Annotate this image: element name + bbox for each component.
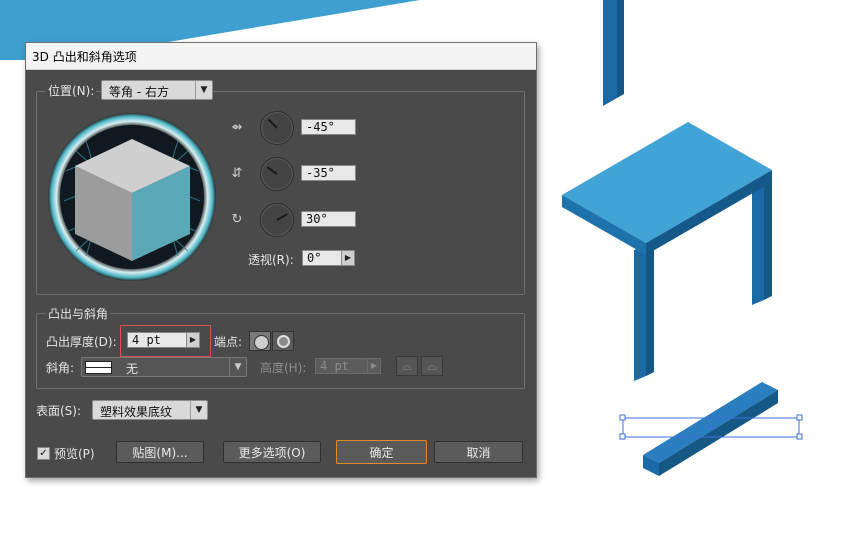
cap-on-button[interactable] <box>249 331 271 351</box>
perspective-arrow-button[interactable]: ▶ <box>341 250 355 266</box>
extrude-depth-field[interactable] <box>127 332 187 348</box>
position-dropdown[interactable]: 等角 - 右方 ▼ <box>101 80 213 100</box>
bevel-height-field[interactable] <box>315 358 368 374</box>
more-options-button[interactable]: 更多选项(O) <box>223 441 321 463</box>
rotation-z-field[interactable] <box>301 211 356 227</box>
rotate-y-axis-icon: ⇵ <box>231 166 243 181</box>
cancel-button[interactable]: 取消 <box>434 441 523 463</box>
rotation-y-dial[interactable] <box>260 157 294 191</box>
chevron-down-icon: ▼ <box>195 81 212 99</box>
position-label: 位置(N): <box>46 82 97 99</box>
ok-button[interactable]: 确定 <box>336 440 427 464</box>
table-leg-top <box>603 0 624 106</box>
surface-dropdown-value: 塑料效果底纹 <box>100 405 173 419</box>
dialog-title: 3D 凸出和斜角选项 <box>32 50 137 64</box>
extrude-bevel-group <box>36 313 525 389</box>
bevel-dropdown-value: 无 <box>126 362 139 376</box>
bevel-dropdown[interactable]: 无 ▼ <box>81 357 247 377</box>
rotation-y-field[interactable] <box>301 165 356 181</box>
map-button[interactable]: 贴图(M)... <box>116 441 204 463</box>
rotation-track-cube[interactable] <box>46 111 218 283</box>
cap-label: 端点: <box>214 335 243 349</box>
bevel-swatch <box>85 361 112 374</box>
chevron-down-icon: ▼ <box>229 358 246 376</box>
rotation-x-field[interactable] <box>301 119 356 135</box>
dialog-titlebar[interactable]: 3D 凸出和斜角选项 <box>26 43 536 70</box>
cap-off-button[interactable] <box>272 331 294 351</box>
3d-extrude-bevel-dialog: 3D 凸出和斜角选项 位置(N): 等角 - 右方 ▼ ⇴ ⇵ <box>25 42 537 478</box>
rotate-z-axis-icon: ↻ <box>231 212 243 227</box>
extrude-bevel-group-label: 凸出与斜角 <box>46 305 111 322</box>
perspective-field[interactable] <box>302 250 342 266</box>
extrude-depth-arrow-button[interactable]: ▶ <box>186 332 200 348</box>
surface-label: 表面(S): <box>36 404 82 418</box>
rotate-x-axis-icon: ⇴ <box>231 120 243 135</box>
chevron-down-icon: ▼ <box>190 401 207 419</box>
bevel-extent-in-button[interactable]: ⌓ <box>421 356 443 376</box>
rotation-x-dial[interactable] <box>260 111 294 145</box>
preview-checkbox[interactable]: ✓ <box>37 447 50 460</box>
rotation-z-dial[interactable] <box>260 203 294 237</box>
surface-dropdown[interactable]: 塑料效果底纹 ▼ <box>92 400 208 420</box>
bevel-extent-out-button[interactable]: ⌓ <box>396 356 418 376</box>
bevel-height-arrow-button[interactable]: ▶ <box>367 358 381 374</box>
table-3d <box>562 122 772 381</box>
extrude-depth-label: 凸出厚度(D): <box>46 335 117 349</box>
bevel-label: 斜角: <box>46 361 75 375</box>
perspective-label: 透视(R): <box>248 253 294 267</box>
position-dropdown-value: 等角 - 右方 <box>109 85 169 99</box>
bevel-height-label: 高度(H): <box>260 361 307 375</box>
preview-label[interactable]: 预览(P) <box>54 445 95 462</box>
